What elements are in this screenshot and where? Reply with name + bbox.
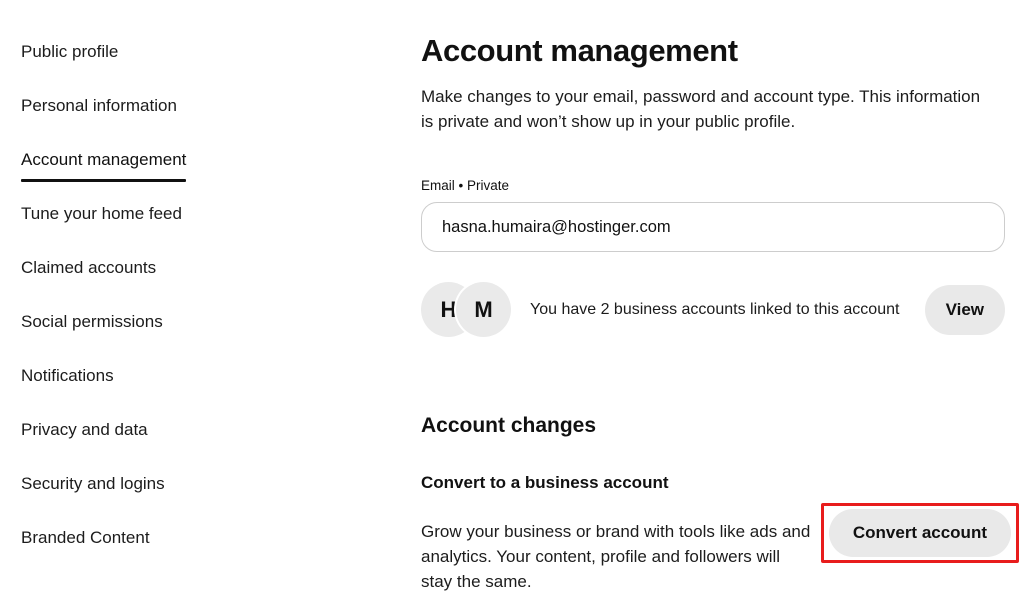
account-management-panel: Account management Make changes to your … xyxy=(421,30,1008,594)
convert-business-description: Grow your business or brand with tools l… xyxy=(421,519,811,594)
account-settings-page: Public profile Personal information Acco… xyxy=(0,0,1024,612)
sidebar-item-claimed-accounts[interactable]: Claimed accounts xyxy=(21,257,156,279)
sidebar-item-branded-content[interactable]: Branded Content xyxy=(21,527,150,549)
convert-account-button[interactable]: Convert account xyxy=(829,509,1011,557)
sidebar-item-public-profile[interactable]: Public profile xyxy=(21,41,118,63)
sidebar-item-notifications[interactable]: Notifications xyxy=(21,365,114,387)
sidebar-item-social-permissions[interactable]: Social permissions xyxy=(21,311,163,333)
sidebar-item-privacy-and-data[interactable]: Privacy and data xyxy=(21,419,148,441)
view-button[interactable]: View xyxy=(925,285,1005,335)
sidebar-item-security-and-logins[interactable]: Security and logins xyxy=(21,473,165,495)
page-description: Make changes to your email, password and… xyxy=(421,84,993,134)
sidebar-item-label: Account management xyxy=(21,150,186,169)
linked-accounts-text: You have 2 business accounts linked to t… xyxy=(530,300,899,320)
linked-avatars: H M xyxy=(421,282,511,337)
avatar-m: M xyxy=(456,282,511,337)
email-input[interactable] xyxy=(421,202,1005,252)
sidebar-item-personal-information[interactable]: Personal information xyxy=(21,95,177,117)
settings-sidebar: Public profile Personal information Acco… xyxy=(21,41,361,549)
active-item-underline xyxy=(21,179,186,182)
annotation-highlight-box: Convert account xyxy=(821,503,1019,563)
sidebar-item-account-management[interactable]: Account management xyxy=(21,149,186,171)
sidebar-item-tune-your-home-feed[interactable]: Tune your home feed xyxy=(21,203,182,225)
convert-business-row: Grow your business or brand with tools l… xyxy=(421,503,1019,594)
account-changes-heading: Account changes xyxy=(421,413,1008,439)
page-title: Account management xyxy=(421,30,1008,72)
linked-accounts-row: H M You have 2 business accounts linked … xyxy=(421,282,1005,337)
email-field-label: Email • Private xyxy=(421,178,1008,194)
convert-business-title: Convert to a business account xyxy=(421,472,1008,493)
